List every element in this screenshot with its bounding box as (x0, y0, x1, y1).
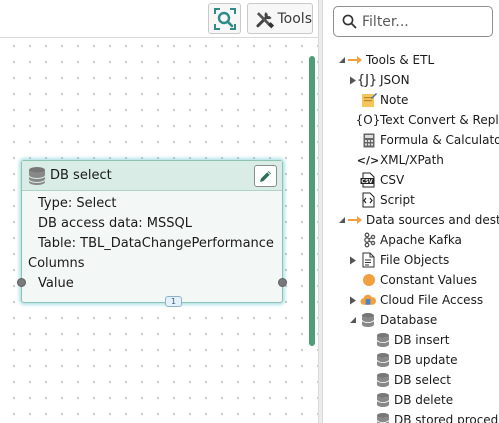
tree-label: Formula & Calculato (380, 133, 499, 147)
tree-label: CSV (380, 173, 405, 187)
tree-item-json[interactable]: {J} JSON (323, 70, 499, 90)
tree-item-cloud-file-access[interactable]: Cloud File Access (323, 290, 499, 310)
node-title: DB select (50, 168, 112, 183)
tree-item-db-delete[interactable]: DB delete (323, 390, 499, 410)
tree-item-note[interactable]: Note (323, 90, 499, 110)
node-access-line: DB access data: MSSQL (38, 216, 192, 231)
tree-label: Tools & ETL (366, 53, 435, 67)
arrow-right-icon (347, 212, 363, 228)
node-body: Type: Select DB access data: MSSQL Table… (22, 191, 282, 294)
tree-label: XML/XPath (380, 153, 444, 167)
collapsed-triangle-icon[interactable] (348, 255, 358, 265)
svg-text:CSV: CSV (361, 179, 372, 185)
tree-label: Cloud File Access (380, 293, 484, 307)
cloud-icon (360, 292, 376, 308)
filter-field[interactable] (333, 6, 493, 37)
workflow-canvas[interactable]: Tools DB select Type: Select DB access d… (0, 0, 318, 423)
tree-item-formula[interactable]: Formula & Calculato (323, 130, 499, 150)
tree-item-script[interactable]: Script (323, 190, 499, 210)
tree-label: JSON (380, 73, 410, 87)
input-port[interactable] (17, 278, 26, 287)
zoom-fit-icon (213, 7, 236, 30)
calculator-icon (361, 132, 377, 148)
csv-file-icon: CSV (360, 172, 376, 188)
edit-node-button[interactable] (254, 165, 277, 187)
node-columns-label: Columns (28, 256, 85, 271)
kafka-icon (361, 232, 377, 248)
tree-item-constant-values[interactable]: Constant Values (323, 270, 499, 290)
tree-label: DB delete (394, 393, 454, 407)
expanded-triangle-icon[interactable] (348, 315, 358, 325)
tree-item-db-select[interactable]: DB select (323, 370, 499, 390)
script-icon (360, 192, 376, 208)
tree-label: Text Convert & Repl (380, 113, 499, 127)
arrow-right-icon (347, 52, 363, 68)
database-icon (360, 312, 376, 328)
tree-item-file-objects[interactable]: File Objects (323, 250, 499, 270)
toolbox-panel: Tools & ETL {J} JSON Note {O} Text Conve… (323, 0, 499, 423)
expanded-triangle-icon[interactable] (337, 55, 347, 65)
tree-label: DB select (394, 373, 451, 387)
filter-input[interactable] (362, 13, 482, 30)
node-count-badge: 1 (165, 296, 182, 307)
tree-label: DB update (394, 353, 458, 367)
code-icon: </> (356, 153, 380, 167)
tree-label: DB stored proced (394, 413, 499, 423)
text-convert-icon: {O} (355, 113, 381, 127)
database-icon (375, 392, 391, 408)
tree-item-db-insert[interactable]: DB insert (323, 330, 499, 350)
tree-item-database[interactable]: Database (323, 310, 499, 330)
tree-item-csv[interactable]: CSV CSV (323, 170, 499, 190)
pencil-icon (260, 170, 271, 182)
expanded-triangle-icon[interactable] (337, 215, 347, 225)
circle-icon (361, 272, 377, 288)
node-type-line: Type: Select (38, 196, 117, 211)
note-icon (361, 92, 377, 108)
tools-button[interactable]: Tools (247, 3, 313, 34)
tree-label: File Objects (380, 253, 450, 267)
tools-icon (256, 11, 275, 28)
output-port[interactable] (278, 278, 287, 287)
node-header[interactable]: DB select (22, 161, 282, 191)
file-icon (360, 252, 376, 268)
database-icon (375, 372, 391, 388)
collapsed-triangle-icon[interactable] (348, 295, 358, 305)
database-icon (375, 352, 391, 368)
canvas-toolbar: Tools (0, 0, 318, 38)
tree-label: DB insert (394, 333, 450, 347)
tree-item-data-sources[interactable]: Data sources and dest (323, 210, 499, 230)
canvas-scrollbar[interactable] (309, 56, 315, 346)
node-table-line: Table: TBL_DataChangePerformance (38, 236, 274, 251)
node-column-value: Value (38, 276, 74, 291)
tree-item-kafka[interactable]: Apache Kafka (323, 230, 499, 250)
tree-label: Constant Values (380, 273, 477, 287)
zoom-fit-button[interactable] (208, 3, 241, 34)
database-icon (28, 166, 46, 185)
search-icon (342, 14, 357, 29)
tree-item-tools-etl[interactable]: Tools & ETL (323, 50, 499, 70)
tree-item-xml[interactable]: </> XML/XPath (323, 150, 499, 170)
tree-label: Note (380, 93, 409, 107)
tree-label: Data sources and dest (366, 213, 499, 227)
tree-item-db-update[interactable]: DB update (323, 350, 499, 370)
tools-button-label: Tools (277, 10, 313, 27)
toolbox-tree: Tools & ETL {J} JSON Note {O} Text Conve… (323, 50, 499, 423)
tree-item-db-stored-procedure[interactable]: DB stored proced (323, 410, 499, 423)
database-icon (375, 332, 391, 348)
tree-label: Apache Kafka (380, 233, 462, 247)
database-icon (375, 412, 391, 423)
tree-item-text-convert[interactable]: {O} Text Convert & Repl (323, 110, 499, 130)
json-icon: {J} (356, 72, 378, 88)
tree-label: Script (380, 193, 415, 207)
tree-label: Database (380, 313, 438, 327)
db-select-node[interactable]: DB select Type: Select DB access data: M… (17, 160, 287, 307)
